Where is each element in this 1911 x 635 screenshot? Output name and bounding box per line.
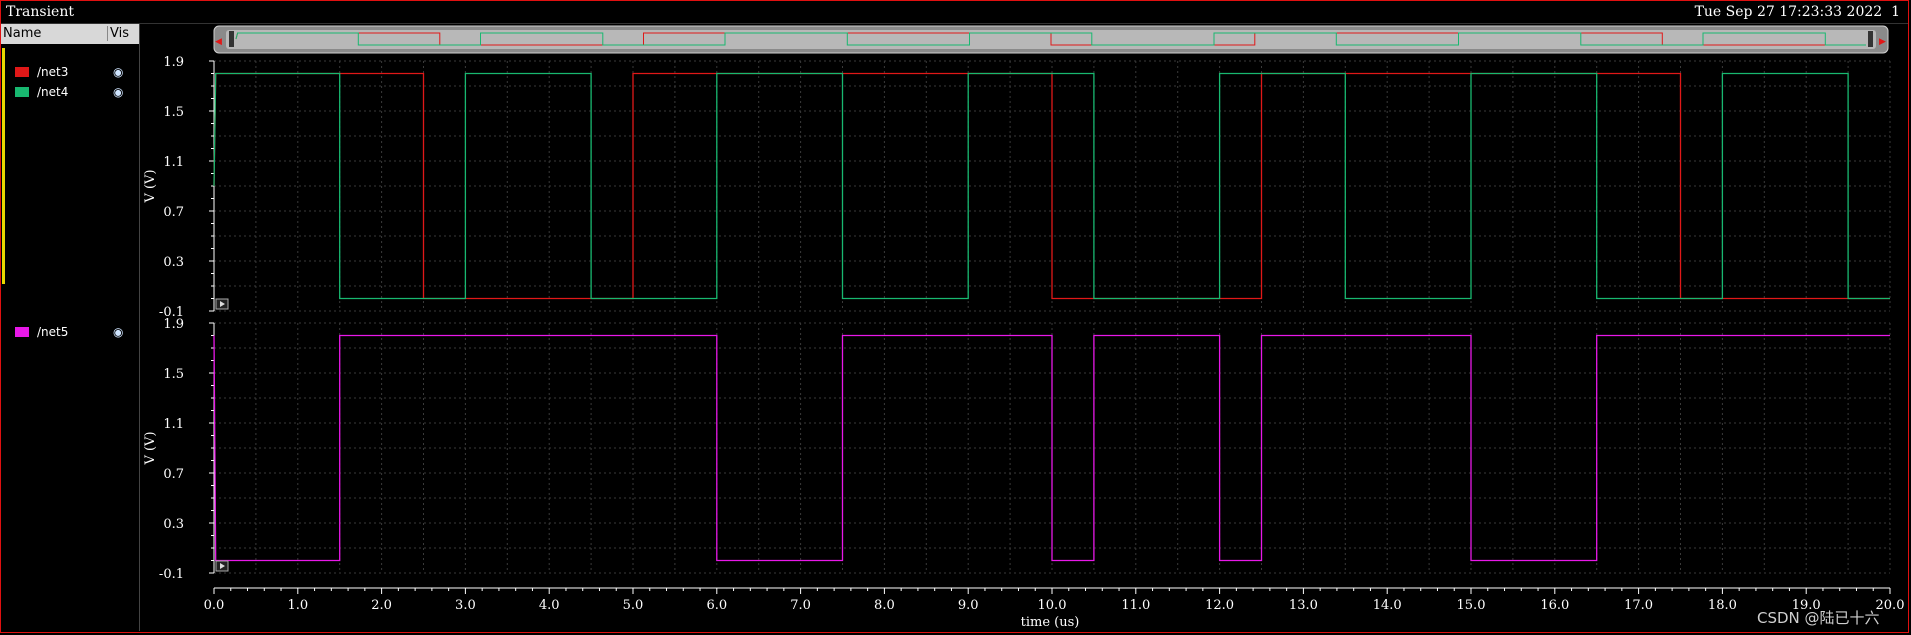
x-tick-label: 17.0 [1624, 598, 1653, 613]
y-tick-label: 0.3 [163, 517, 184, 532]
x-tick-label: 10.0 [1038, 598, 1067, 613]
y-tick-label: 1.9 [163, 55, 184, 70]
y-tick-label: 0.3 [163, 255, 184, 270]
x-axis: 0.0 1.0 2.0 3.0 4.0 5.0 6.0 7.0 8.0 9.0 10.0 11.0 12… [204, 587, 1905, 613]
x-tick-label: 11.0 [1121, 598, 1150, 613]
waveform-plot-area: ◀ ▶ 1.9 1.5 1.1 0.7 0.3 -0.1 V (V) 1.9 1.5 1.1 0.… [143, 25, 1905, 630]
scroll-right-arrow-icon[interactable]: ▶ [1879, 37, 1886, 47]
x-tick-label: 15.0 [1457, 598, 1486, 613]
y-tick-label: 1.5 [163, 105, 184, 120]
x-tick-label: 18.0 [1708, 598, 1737, 613]
x-tick-label: 5.0 [623, 598, 644, 613]
x-tick-label: 6.0 [706, 598, 727, 613]
x-tick-label: 16.0 [1540, 598, 1569, 613]
strip-2: 1.9 1.5 1.1 0.7 0.3 -0.1 V (V) [143, 317, 1891, 582]
x-tick-label: 20.0 [1876, 598, 1905, 613]
x-axis-label: time (us) [1021, 615, 1080, 630]
x-tick-label: 8.0 [874, 598, 895, 613]
strip-1: 1.91.51.10.70.3-0.1V (V) [143, 55, 1891, 320]
x-tick-label: 12.0 [1205, 598, 1234, 613]
watermark: CSDN @陆已十六 [1757, 609, 1880, 627]
y-tick-label: 0.7 [163, 467, 184, 482]
scrollbar-right-handle[interactable] [1868, 31, 1873, 47]
y-tick-label: 1.9 [163, 317, 184, 332]
x-tick-label: 14.0 [1373, 598, 1402, 613]
x-tick-label: 7.0 [790, 598, 811, 613]
y-tick-label: -0.1 [159, 567, 184, 582]
scrollbar-left-handle[interactable] [229, 31, 234, 47]
scroll-left-arrow-icon[interactable]: ◀ [215, 37, 222, 47]
x-tick-label: 4.0 [539, 598, 560, 613]
y-axis-label: V (V) [143, 431, 158, 465]
y-tick-label: 1.1 [163, 155, 184, 170]
y-tick-label: 1.1 [163, 417, 184, 432]
x-tick-label: 2.0 [371, 598, 392, 613]
time-scrollbar[interactable]: ◀ ▶ [213, 25, 1889, 54]
x-tick-label: 3.0 [455, 598, 476, 613]
x-tick-label: 9.0 [958, 598, 979, 613]
x-tick-label: 0.0 [204, 598, 225, 613]
y-tick-label: 0.7 [163, 205, 184, 220]
y-tick-label: 1.5 [163, 367, 184, 382]
x-tick-label: 13.0 [1289, 598, 1318, 613]
x-tick-label: 1.0 [287, 598, 308, 613]
y-axis-label: V (V) [143, 169, 158, 203]
